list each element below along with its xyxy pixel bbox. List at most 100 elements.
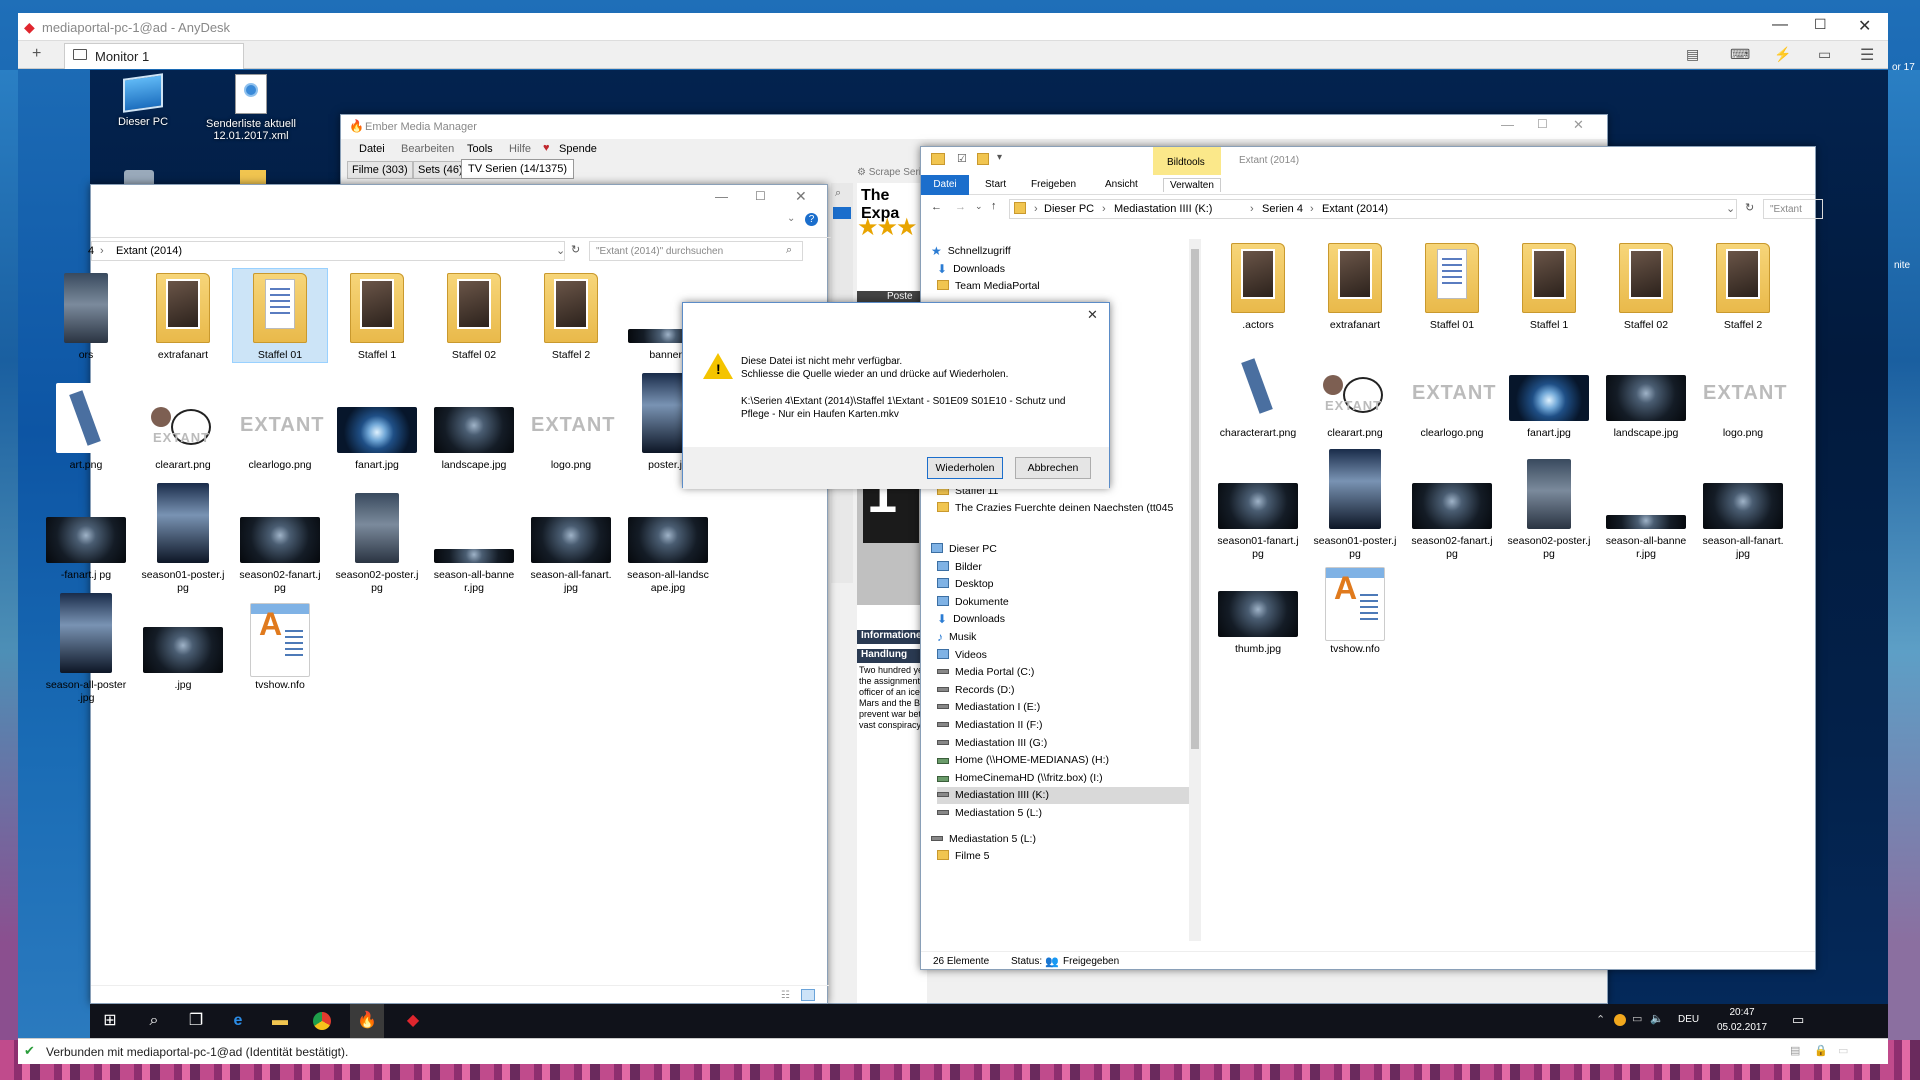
anydesk-taskbar-icon[interactable]: ◆ xyxy=(396,1009,430,1033)
task-view-icon[interactable]: ❐ xyxy=(184,1009,208,1033)
left-close-button[interactable]: ✕ xyxy=(795,188,807,205)
up-icon[interactable]: ↑ xyxy=(991,200,997,212)
chevron-down-icon[interactable]: ⌄ xyxy=(1726,202,1735,215)
scrape-series-button[interactable]: ⚙ Scrape Seri xyxy=(857,167,921,178)
nav-item[interactable]: Filme 5 xyxy=(937,848,1189,865)
ribbon-expand-icon[interactable]: ⌄ xyxy=(787,213,795,224)
file-item[interactable]: season-all-banne r.jpg xyxy=(427,489,521,595)
search-icon[interactable]: ⌕ xyxy=(835,187,841,200)
status-chat-icon[interactable]: ▤ xyxy=(1790,1044,1800,1057)
tab-ansicht[interactable]: Ansicht xyxy=(1105,179,1138,190)
file-explorer-icon[interactable]: ▬ xyxy=(268,1009,292,1033)
folder-icon[interactable] xyxy=(931,153,945,165)
tray-chevron-icon[interactable]: ⌃ xyxy=(1596,1013,1605,1026)
file-item[interactable]: landscape.jpg xyxy=(1599,347,1693,440)
nav-item[interactable]: Mediastation III (G:) xyxy=(937,735,1189,752)
file-item[interactable]: season01-poster.j pg xyxy=(1308,449,1402,561)
nav-item[interactable]: Home (\\HOME-MEDIANAS) (H:) xyxy=(937,752,1189,769)
nav-item[interactable]: Media Portal (C:) xyxy=(937,664,1189,681)
large-icons-view-icon[interactable] xyxy=(801,989,815,1001)
edge-icon[interactable]: e xyxy=(226,1009,250,1033)
right-address-bar[interactable]: › Dieser PC › Mediastation IIII (K:) › S… xyxy=(1009,199,1737,219)
volume-muted-icon[interactable]: 🔈 xyxy=(1650,1012,1664,1025)
file-item[interactable]: Atvshow.nfo xyxy=(233,599,327,692)
file-item[interactable]: EXTANT clearart.png xyxy=(1308,347,1402,440)
file-item[interactable]: season-all-banne r.jpg xyxy=(1599,455,1693,561)
file-item[interactable]: EXTANT clearart.png xyxy=(136,379,230,472)
dialog-close-button[interactable]: ✕ xyxy=(1087,307,1098,323)
file-item[interactable]: season-all-fanart. jpg xyxy=(524,489,618,595)
file-item[interactable]: EXTANT clearlogo.png xyxy=(1405,347,1499,440)
properties-icon[interactable]: ☑ xyxy=(957,152,967,165)
file-item[interactable]: characterart.png xyxy=(1211,347,1305,440)
left-address-bar[interactable]: 4 › Extant (2014) ⌄ xyxy=(88,241,565,261)
file-item[interactable]: season01-fanart.j pg xyxy=(1211,455,1305,561)
tab-monitor-1[interactable]: Monitor 1 xyxy=(64,43,244,69)
ember-taskbar-icon[interactable]: 🔥 xyxy=(350,1004,384,1038)
chat-icon[interactable]: ▤ xyxy=(1686,46,1699,63)
tab-tv-serien[interactable]: TV Serien (14/1375) xyxy=(461,159,575,179)
customize-icon[interactable]: ▾ xyxy=(997,152,1002,163)
file-item[interactable]: season02-poster.j pg xyxy=(1502,455,1596,561)
file-item[interactable]: fanart.jpg xyxy=(1502,347,1596,440)
nav-item[interactable]: Bilder xyxy=(937,559,1189,576)
recent-chevron-icon[interactable]: ⌄ xyxy=(975,201,983,212)
refresh-icon[interactable]: ↻ xyxy=(571,243,580,256)
menu-spende[interactable]: Spende xyxy=(559,143,597,155)
ember-maximize-button[interactable]: ☐ xyxy=(1537,117,1548,131)
display-icon[interactable]: ▭ xyxy=(1818,46,1831,63)
left-search-input[interactable]: "Extant (2014)" durchsuchen ⌕ xyxy=(589,241,803,261)
nav-item[interactable]: Videos xyxy=(937,647,1189,664)
tab-sets[interactable]: Sets (46) xyxy=(413,161,468,179)
nav-item[interactable]: ⬇ Downloads xyxy=(937,611,1189,628)
nav-item[interactable]: Mediastation II (F:) xyxy=(937,717,1189,734)
nav-item[interactable]: Dokumente xyxy=(937,594,1189,611)
file-item[interactable]: Staffel 01 xyxy=(232,268,328,363)
clock-time[interactable]: 20:47 xyxy=(1712,1007,1772,1018)
file-item[interactable]: season02-poster.j pg xyxy=(330,489,424,595)
file-item[interactable]: Atvshow.nfo xyxy=(1308,563,1402,656)
file-item[interactable]: Staffel 1 xyxy=(330,269,424,362)
file-item[interactable]: extrafanart xyxy=(1308,239,1402,332)
chrome-icon[interactable] xyxy=(313,1012,331,1030)
desktop-icon-this-pc[interactable]: Dieser PC xyxy=(98,73,188,128)
nav-item[interactable]: Mediastation 5 (L:) xyxy=(931,831,1189,848)
nav-item[interactable]: Dieser PC xyxy=(931,541,1189,558)
file-item[interactable]: landscape.jpg xyxy=(427,379,521,472)
nav-item[interactable]: The Crazies Fuerchte deinen Naechsten (t… xyxy=(937,500,1189,517)
right-search-input[interactable]: "Extant xyxy=(1763,199,1823,219)
keyboard-icon[interactable]: ⌨ xyxy=(1730,46,1750,63)
file-item[interactable]: season-all-landsc ape.jpg xyxy=(621,489,715,595)
tab-filme[interactable]: Filme (303) xyxy=(347,161,413,179)
nav-item[interactable]: Mediastation I (E:) xyxy=(937,699,1189,716)
lock-icon[interactable]: 🔒 xyxy=(1814,1044,1828,1057)
maximize-button[interactable]: ☐ xyxy=(1814,16,1827,33)
file-item[interactable]: season01-poster.j pg xyxy=(136,483,230,595)
tray-app-icon[interactable] xyxy=(1614,1014,1626,1026)
nav-item[interactable]: ♪ Musik xyxy=(937,629,1189,646)
action-center-icon[interactable]: ▭ xyxy=(1792,1012,1804,1028)
refresh-icon[interactable]: ↻ xyxy=(1745,201,1754,214)
file-item[interactable]: EXTANT logo.png xyxy=(1696,347,1790,440)
file-item[interactable]: ors xyxy=(39,269,133,362)
menu-hilfe[interactable]: Hilfe xyxy=(509,143,531,155)
file-item[interactable]: thumb.jpg xyxy=(1211,563,1305,656)
tab-datei[interactable]: Datei xyxy=(921,175,969,195)
file-item[interactable]: Staffel 01 xyxy=(1405,239,1499,332)
forward-icon[interactable]: → xyxy=(955,201,966,213)
menu-bearbeiten[interactable]: Bearbeiten xyxy=(401,143,454,155)
back-icon[interactable]: ← xyxy=(931,201,942,213)
nav-item[interactable]: HomeCinemaHD (\\fritz.box) (I:) xyxy=(937,770,1189,787)
menu-icon[interactable]: ☰ xyxy=(1860,45,1874,65)
add-tab-button[interactable]: + xyxy=(32,45,41,63)
file-item[interactable]: Staffel 2 xyxy=(1696,239,1790,332)
ember-minimize-button[interactable]: — xyxy=(1501,117,1514,132)
close-button[interactable]: ✕ xyxy=(1858,16,1871,36)
nav-item[interactable]: Desktop xyxy=(937,576,1189,593)
file-item[interactable]: EXTANT logo.png xyxy=(524,379,618,472)
file-item[interactable]: -fanart.j pg xyxy=(39,489,133,582)
action-icon[interactable]: ⚡ xyxy=(1774,46,1791,63)
file-item[interactable]: Staffel 02 xyxy=(1599,239,1693,332)
file-item[interactable]: EXTANT clearlogo.png xyxy=(233,379,327,472)
start-button[interactable]: ⊞ xyxy=(98,1009,122,1033)
